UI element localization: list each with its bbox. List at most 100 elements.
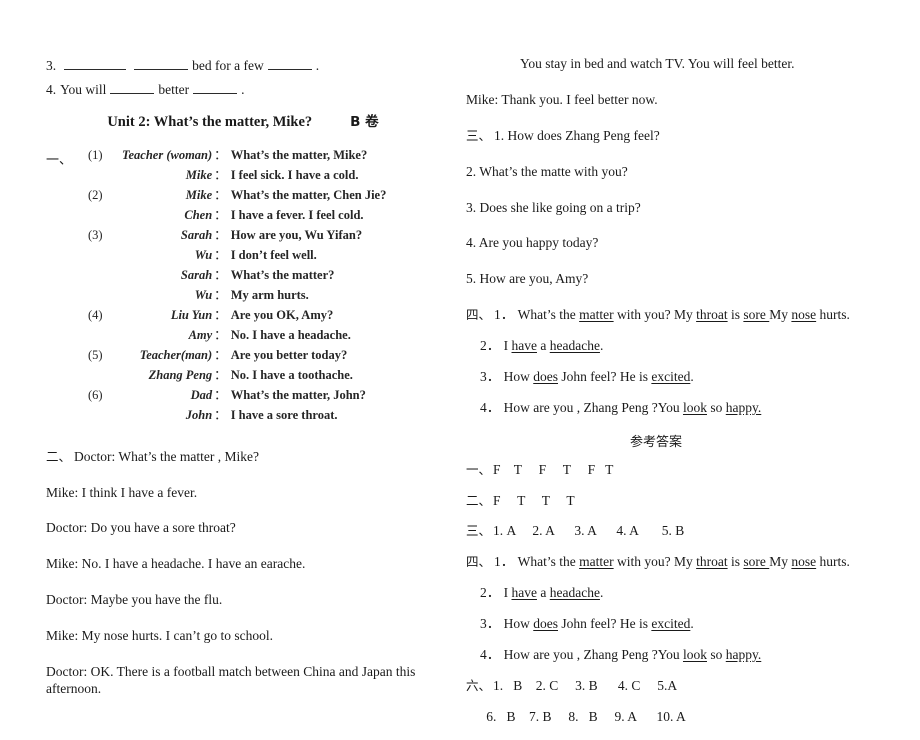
underlined-answer: matter: [579, 307, 614, 323]
dialogue-colon: ：: [214, 367, 227, 382]
section-two-line: 二、 Doctor: What’s the matter , Mike?: [46, 449, 466, 466]
section-three-question: 2. What’s the matte with you?: [466, 164, 886, 181]
dialogue-speaker: Amy: [188, 327, 213, 342]
dialogue-utterance: My arm hurts.: [230, 287, 309, 302]
answers-heading: 参考答案: [629, 434, 682, 450]
underlined-answer: excited: [651, 368, 691, 384]
dialogue-utterance: I have a sore throat.: [230, 407, 338, 422]
underlined-answer: headache: [549, 338, 600, 353]
answer-key-values: F T F T F T: [493, 461, 614, 477]
dialogue-colon: ：: [214, 167, 227, 182]
dialogue-utterance: No. I have a toothache.: [230, 367, 353, 382]
answer-key-rows: 一、 F T F T F T 二、 F T T T 三、 1. A 2. A 3. A 4…: [466, 462, 886, 541]
underlined-answer: does: [533, 368, 558, 384]
answer-blank[interactable]: [110, 80, 155, 94]
section-six-values: 1. B 2. C 3. B 4. C 5.A: [493, 677, 678, 693]
dialogue-speaker: Sarah: [180, 227, 213, 242]
answer-text: hurts.: [816, 307, 850, 323]
answer-text: so: [707, 399, 726, 415]
answer-text-repeat: My: [769, 554, 792, 570]
section-three-text: 5. How are you, Amy?: [466, 271, 589, 287]
section-four-repeat: 四、 1． What’s the matter with you? My thro…: [466, 554, 886, 664]
dialogue-speaker: Liu Yun: [170, 307, 213, 322]
section-two-line: Mike: I think I have a fever.: [46, 485, 466, 502]
underlined-answer-repeat: matter: [579, 554, 614, 570]
dialogue-speaker: Chen: [184, 207, 213, 222]
section-two-text: Doctor: Do you have a sore throat?: [46, 520, 236, 536]
dialogue-speaker: Mike: [185, 187, 213, 202]
section-two-text: Doctor: What’s the matter , Mike?: [74, 448, 259, 464]
underlined-answer-repeat: throat: [696, 554, 728, 570]
dialogue-number: (5): [88, 347, 103, 362]
underlined-answer: look: [682, 399, 707, 415]
dialogue-colon: ：: [214, 307, 227, 322]
answer-text-repeat: so: [707, 646, 726, 662]
dialogue-row: (1) Teacher (woman)： What’s the matter, Mi…: [88, 147, 386, 167]
section-four-marker: 四、: [466, 307, 492, 323]
mike-reply-line: Mike: Thank you. I feel better now.: [466, 91, 658, 107]
answer-text-repeat: John feel? He is: [558, 616, 652, 631]
section-six-marker: 六、: [466, 677, 492, 693]
dialogue-utterance: I have a fever. I feel cold.: [230, 207, 364, 222]
fill-blank-text: You will: [60, 81, 107, 97]
dialogue-colon: ：: [214, 407, 227, 422]
section-four-answer-repeat: 四、 1． What’s the matter with you? My thro…: [466, 554, 886, 571]
unit-title-text: Unit 2: What’s the matter, Mike?: [107, 113, 313, 130]
dialogue-colon: ：: [214, 347, 227, 362]
answer-text: John feel? He is: [558, 368, 652, 384]
dialogue-number: [88, 267, 122, 287]
dialogue-number: [88, 207, 122, 227]
section-four: 四、 1． What’s the matter with you? My thro…: [466, 307, 886, 417]
fill-blank-number: 4.: [46, 81, 57, 97]
dialogue-colon: ：: [214, 267, 227, 282]
answer-blank[interactable]: [267, 56, 312, 70]
dialogue-utterance: What’s the matter, Mike?: [230, 147, 368, 162]
dialogue-colon: ：: [214, 227, 227, 242]
underlined-answer-repeat: excited: [651, 616, 691, 631]
underlined-answer: throat: [696, 307, 728, 323]
answer-text-repeat: I: [503, 585, 512, 601]
section-two-line: Mike: No. I have a headache. I have an e…: [46, 556, 466, 573]
underlined-answer-repeat: does: [533, 616, 558, 631]
dialogue-speaker: Teacher(man): [139, 347, 213, 362]
underlined-answer-repeat: nose: [791, 554, 817, 570]
continued-script-line: You stay in bed and watch TV. You will f…: [520, 56, 795, 71]
section-two-text: Mike: I think I have a fever.: [46, 484, 198, 500]
dialogue-number: [88, 327, 122, 347]
fill-blank-item: 3. bed for a few .: [46, 56, 466, 74]
answer-key-row: 三、 1. A 2. A 3. A 4. A 5. B: [466, 523, 886, 540]
section-four-number-repeat: 4．: [480, 646, 504, 662]
dialogue-colon: ：: [214, 207, 227, 222]
answer-text: a: [536, 338, 550, 353]
answer-text-repeat: hurts.: [816, 554, 850, 570]
section-four-number: 3．: [480, 368, 504, 384]
dialogue-number: (1): [88, 147, 103, 162]
right-column: You stay in bed and watch TV. You will f…: [466, 56, 886, 740]
section-four-answer: 4． How are you , Zhang Peng ?You look so…: [466, 400, 886, 417]
fill-blank-number: 3.: [46, 57, 57, 73]
section-one-marker: 一、: [46, 152, 73, 168]
answer-key-values: F T T T: [493, 492, 575, 508]
dialogue-utterance: I don’t feel well.: [230, 247, 317, 262]
fill-blank-text: bed for a few: [192, 57, 264, 73]
answer-text: is: [727, 307, 744, 323]
answer-text-repeat: .: [599, 585, 604, 601]
section-two: 二、 Doctor: What’s the matter , Mike? Mike:…: [46, 449, 466, 698]
dialogue-utterance: What’s the matter?: [230, 267, 335, 282]
section-three: 三、 1. How does Zhang Peng feel? 2. What’s …: [466, 128, 886, 288]
underlined-answer-repeat: headache: [549, 585, 600, 601]
section-two-text: Doctor: OK. There is a football match be…: [46, 663, 416, 696]
dialogue-colon: ：: [214, 247, 227, 262]
dialogue-row: (4) Liu Yun： Are you OK, Amy?: [88, 307, 386, 327]
dialogue-row: John： I have a sore throat.: [88, 407, 386, 427]
answer-blank[interactable]: [64, 56, 127, 70]
answer-blank[interactable]: [134, 56, 189, 70]
section-four-number-repeat: 1．: [494, 554, 518, 570]
dialogue-row: Sarah： What’s the matter?: [88, 267, 386, 287]
dialogue-row: Zhang Peng： No. I have a toothache.: [88, 367, 386, 387]
answer-blank[interactable]: [193, 80, 238, 94]
dialogue-colon: ：: [214, 327, 227, 342]
section-four-answer-repeat: 4． How are you , Zhang Peng ?You look so…: [466, 647, 886, 664]
section-three-text: 2. What’s the matte with you?: [466, 163, 628, 179]
section-two-text: Mike: No. I have a headache. I have an e…: [46, 556, 306, 572]
